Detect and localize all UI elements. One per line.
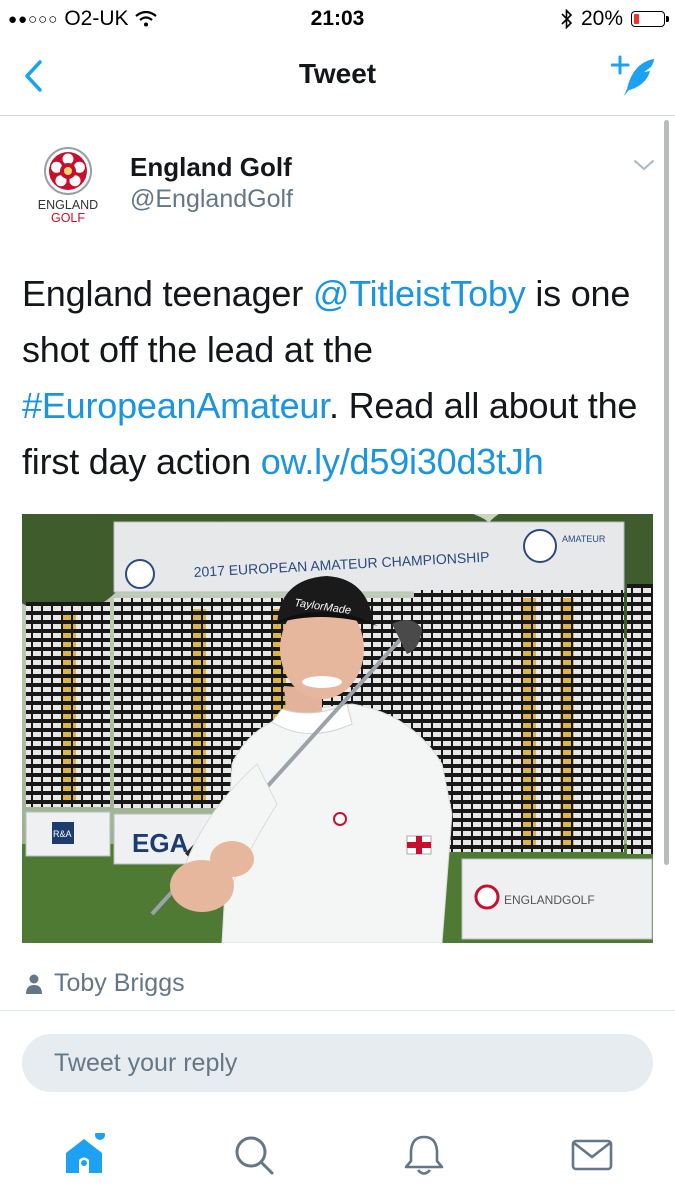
status-bar: ●●○○○ O2-UK 21:03 20% bbox=[0, 0, 675, 38]
compose-tweet-icon[interactable] bbox=[611, 53, 657, 99]
person-icon bbox=[26, 974, 42, 994]
status-right: 20% bbox=[561, 7, 669, 31]
chevron-down-icon[interactable] bbox=[633, 158, 655, 172]
mention-link[interactable]: @TitleistToby bbox=[313, 273, 526, 314]
scrollbar[interactable] bbox=[664, 120, 669, 865]
notifications-icon[interactable] bbox=[402, 1133, 446, 1177]
board-logo-text: AMATEUR bbox=[562, 534, 606, 544]
avatar-text-golf: GOLF bbox=[50, 211, 86, 225]
hashtag-link[interactable]: #EuropeanAmateur bbox=[22, 385, 329, 426]
reply-input[interactable]: Tweet your reply bbox=[22, 1034, 653, 1092]
page-title: Tweet bbox=[298, 58, 377, 89]
messages-icon[interactable] bbox=[570, 1133, 614, 1177]
tab-bar bbox=[0, 1115, 675, 1200]
author-name[interactable]: England Golf bbox=[130, 152, 292, 183]
divider bbox=[0, 1010, 675, 1011]
tagged-people[interactable]: Toby Briggs bbox=[26, 969, 185, 998]
author-avatar[interactable]: ENGLAND GOLF bbox=[28, 140, 108, 230]
tweet-photo[interactable]: AMATEUR 2017 EUROPEAN AMATEUR CHAMPIONSH… bbox=[22, 514, 653, 943]
avatar-logo-text: ENGLAND GOLF bbox=[28, 199, 108, 225]
sign-england-golf: ENGLANDGOLF bbox=[504, 893, 595, 907]
battery-icon bbox=[631, 11, 669, 27]
url-link[interactable]: ow.ly/d59i30d3tJh bbox=[261, 441, 544, 482]
navigation-bar: Tweet bbox=[0, 38, 675, 116]
tagged-person-name: Toby Briggs bbox=[54, 969, 185, 997]
home-icon[interactable] bbox=[62, 1133, 106, 1177]
england-golf-rose-logo bbox=[44, 147, 92, 195]
sign-ra: R&A bbox=[53, 829, 72, 839]
author-handle[interactable]: @EnglandGolf bbox=[130, 185, 293, 214]
photo-illustration: AMATEUR 2017 EUROPEAN AMATEUR CHAMPIONSH… bbox=[22, 514, 653, 943]
tweet-text-part1: England teenager bbox=[22, 273, 313, 314]
tweet-text: England teenager @TitleistToby is one sh… bbox=[22, 266, 662, 490]
bluetooth-icon bbox=[561, 9, 573, 29]
battery-percent: 20% bbox=[580, 7, 623, 30]
battery-fill bbox=[634, 14, 639, 24]
search-icon[interactable] bbox=[232, 1133, 276, 1177]
sign-ega: EGA bbox=[132, 828, 189, 858]
